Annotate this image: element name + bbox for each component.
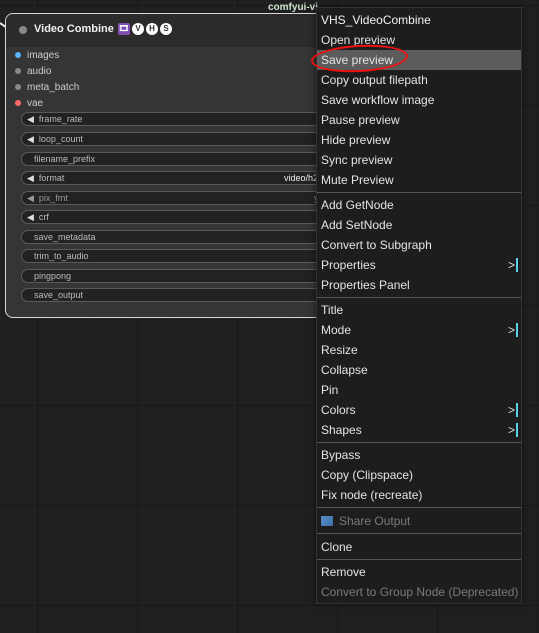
film-icon: 🎞 [118, 23, 130, 35]
input-label: vae [27, 97, 44, 109]
menu-item-label: Colors [321, 403, 356, 417]
badge-letter-h: H [146, 23, 158, 35]
input-images[interactable]: images [15, 48, 59, 62]
widget-save-output[interactable]: save_output [21, 288, 334, 302]
submenu-arrow-icon: > [508, 255, 519, 275]
menu-item-properties[interactable]: Properties > [317, 255, 521, 275]
menu-item-mode[interactable]: Mode > [317, 320, 521, 340]
menu-item-share-output: Share Output [317, 511, 521, 531]
badge-letter-v: V [132, 23, 144, 35]
menu-item-pause-preview[interactable]: Pause preview [317, 110, 521, 130]
menu-item-add-setnode[interactable]: Add SetNode [317, 215, 521, 235]
menu-item-copy-clipspace[interactable]: Copy (Clipspace) [317, 465, 521, 485]
decrement-arrow-icon[interactable]: ◀ [27, 193, 34, 204]
menu-separator [317, 559, 521, 560]
menu-separator [317, 507, 521, 508]
menu-item-shapes[interactable]: Shapes > [317, 420, 521, 440]
input-meta-batch[interactable]: meta_batch [15, 80, 79, 94]
menu-separator [317, 533, 521, 534]
decrement-arrow-icon[interactable]: ◀ [27, 212, 34, 223]
menu-item-save-workflow-image[interactable]: Save workflow image [317, 90, 521, 110]
submenu-arrow-icon: > [508, 420, 519, 440]
widget-label: format [38, 173, 65, 183]
widget-value: video/h2 [284, 173, 319, 183]
menu-item-convert-to-subgraph[interactable]: Convert to Subgraph [317, 235, 521, 255]
badge-letter-s: S [160, 23, 172, 35]
input-label: meta_batch [27, 81, 80, 93]
input-slot-icon[interactable] [15, 84, 21, 90]
input-slot-icon[interactable] [15, 100, 21, 106]
widget-format[interactable]: ◀ format video/h2 [21, 171, 334, 185]
menu-item-remove[interactable]: Remove [317, 562, 521, 582]
widget-label: filename_prefix [34, 154, 96, 164]
widget-label: trim_to_audio [34, 251, 89, 261]
input-audio[interactable]: audio [15, 64, 51, 78]
widget-label: save_metadata [34, 232, 96, 242]
widget-filename-prefix[interactable]: filename_prefix [21, 152, 334, 166]
menu-item-hide-preview[interactable]: Hide preview [317, 130, 521, 150]
input-slot-icon[interactable] [15, 68, 21, 74]
node-header[interactable]: Video Combine 🎞 V H S [6, 14, 334, 47]
menu-item-title[interactable]: Title [317, 300, 521, 320]
widget-save-metadata[interactable]: save_metadata [21, 230, 334, 244]
widget-frame-rate[interactable]: ◀ frame_rate [21, 112, 334, 126]
menu-item-convert-to-group-node: Convert to Group Node (Deprecated) [321, 585, 519, 599]
submenu-arrow-icon: > [508, 320, 519, 340]
menu-separator [317, 442, 521, 443]
menu-item-label: Mode [321, 323, 352, 337]
menu-item-add-getnode[interactable]: Add GetNode [317, 195, 521, 215]
menu-item-fix-node[interactable]: Fix node (recreate) [317, 485, 521, 505]
collapse-toggle-icon[interactable] [19, 26, 27, 34]
input-label: images [27, 49, 60, 61]
widget-label: pingpong [34, 271, 72, 281]
widget-label: pix_fmt [38, 193, 68, 203]
menu-item-resize[interactable]: Resize [317, 340, 521, 360]
menu-separator [317, 192, 521, 193]
menu-item-pin[interactable]: Pin [317, 380, 521, 400]
widget-pingpong[interactable]: pingpong [21, 269, 334, 283]
widget-loop-count[interactable]: ◀ loop_count [21, 132, 334, 146]
widget-label: frame_rate [38, 114, 83, 124]
context-menu[interactable]: VHS_VideoCombine Open preview Save previ… [316, 7, 522, 604]
submenu-arrow-icon: > [508, 400, 519, 420]
menu-item-properties-panel[interactable]: Properties Panel [317, 275, 521, 295]
menu-item-label: Shapes [321, 423, 362, 437]
video-combine-node[interactable]: Video Combine 🎞 V H S images audio meta_… [5, 13, 335, 318]
widget-label: save_output [34, 290, 84, 300]
menu-item-clone[interactable]: Clone [317, 537, 521, 557]
vhs-badge: 🎞 V H S [118, 23, 172, 35]
decrement-arrow-icon[interactable]: ◀ [27, 173, 34, 184]
widget-trim-to-audio[interactable]: trim_to_audio [21, 249, 334, 263]
widget-label: crf [38, 212, 49, 222]
share-image-icon [321, 515, 333, 526]
input-vae[interactable]: vae [15, 96, 43, 110]
widget-crf[interactable]: ◀ crf [21, 210, 334, 224]
widget-pix-fmt[interactable]: ◀ pix_fmt y [21, 191, 334, 205]
menu-item-label: Properties [321, 258, 376, 272]
menu-separator [317, 297, 521, 298]
menu-item-bypass[interactable]: Bypass [317, 445, 521, 465]
menu-item-collapse[interactable]: Collapse [317, 360, 521, 380]
decrement-arrow-icon[interactable]: ◀ [27, 114, 34, 125]
node-title: Video Combine [34, 23, 114, 35]
menu-item-colors[interactable]: Colors > [317, 400, 521, 420]
menu-item-mute-preview[interactable]: Mute Preview [317, 170, 521, 190]
decrement-arrow-icon[interactable]: ◀ [27, 134, 34, 145]
menu-item-sync-preview[interactable]: Sync preview [317, 150, 521, 170]
menu-item-copy-output-filepath[interactable]: Copy output filepath [317, 70, 521, 90]
menu-item-label: Share Output [339, 514, 411, 528]
group-title[interactable]: comfyui-videohelpersuite [268, 2, 318, 13]
menu-title: VHS_VideoCombine [321, 13, 431, 27]
widget-label: loop_count [38, 134, 83, 144]
input-label: audio [27, 65, 52, 77]
input-slot-icon[interactable] [15, 52, 21, 58]
